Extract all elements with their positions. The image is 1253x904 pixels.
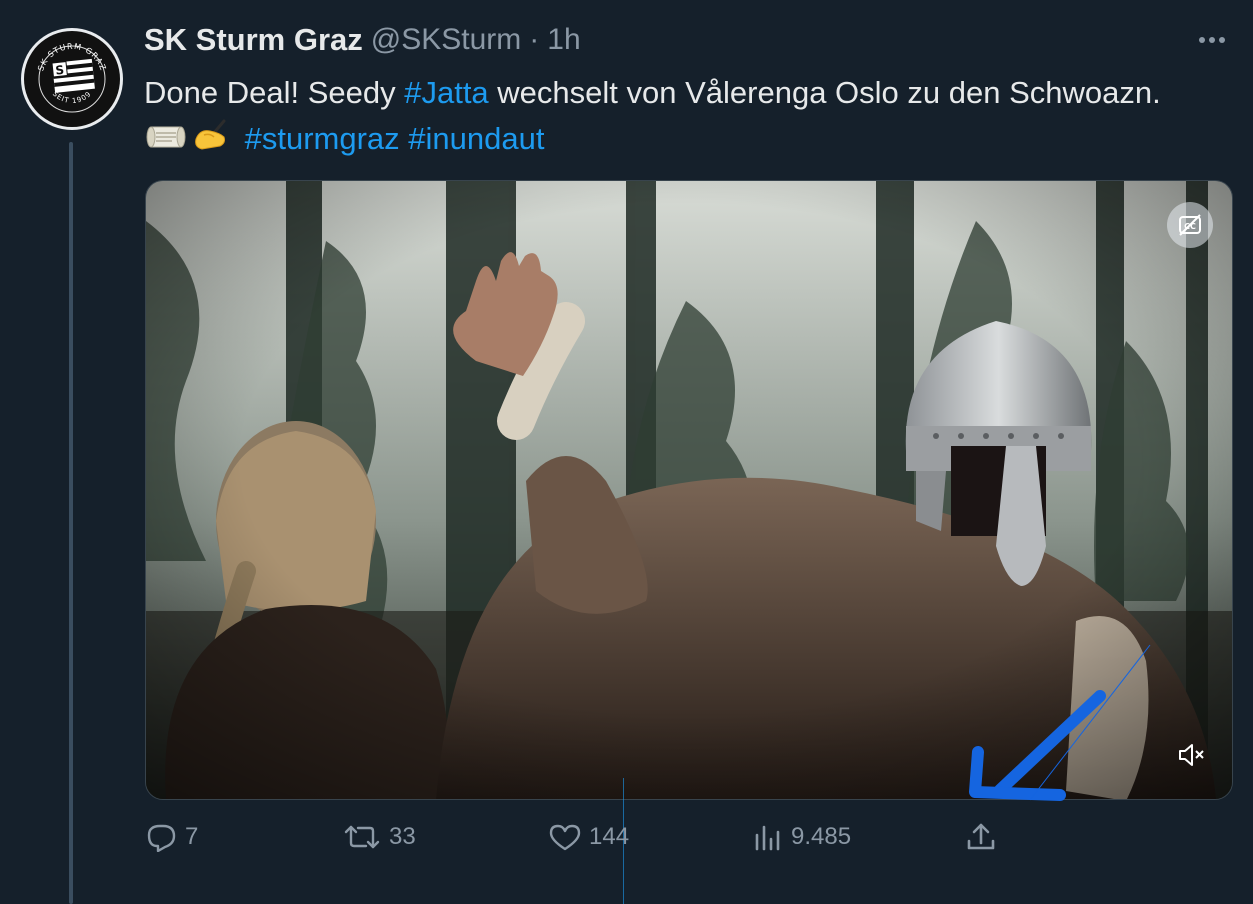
- tweet-view: SK STURM GRAZ SEIT 1909 S SK Sturm Graz …: [0, 0, 1253, 904]
- tweet-text-part2: wechselt von Vålerenga Oslo zu den Schwo…: [488, 75, 1161, 110]
- hashtag-link[interactable]: #Jatta: [404, 75, 488, 110]
- avatar[interactable]: SK STURM GRAZ SEIT 1909 S: [20, 27, 124, 131]
- video-frame: [146, 181, 1232, 799]
- views-count: 9.485: [791, 823, 852, 850]
- hashtag-link[interactable]: #sturmgraz: [245, 121, 400, 156]
- retweet-count: 33: [389, 823, 416, 850]
- author-name[interactable]: SK Sturm Graz: [144, 22, 363, 58]
- retweet-button[interactable]: 33: [343, 815, 416, 859]
- views-icon: [755, 825, 780, 851]
- tweet-text-part1: Done Deal! Seedy: [144, 75, 405, 110]
- like-button[interactable]: 144: [549, 815, 629, 859]
- hashtag-link[interactable]: #inundaut: [408, 121, 544, 156]
- reply-button[interactable]: 7: [145, 815, 198, 859]
- club-logo-icon: SK STURM GRAZ SEIT 1909 S: [21, 28, 123, 130]
- share-icon: [967, 823, 995, 850]
- views-button[interactable]: 9.485: [753, 815, 851, 859]
- more-options-button[interactable]: [1197, 28, 1227, 52]
- timestamp[interactable]: 1h: [547, 23, 580, 57]
- like-count: 144: [589, 823, 630, 850]
- more-icon: [1199, 37, 1225, 43]
- action-bar: 7 33 144 9.485: [145, 815, 1045, 859]
- heart-icon: [549, 824, 581, 851]
- svg-text:S: S: [55, 63, 65, 78]
- mute-icon: [1179, 744, 1204, 766]
- separator-dot: ·: [529, 23, 540, 56]
- video-player[interactable]: CC: [145, 180, 1233, 800]
- writing-hand-icon: [190, 117, 234, 164]
- share-button[interactable]: [965, 815, 997, 859]
- captions-off-icon: CC: [1179, 214, 1201, 236]
- thread-line: [69, 142, 73, 904]
- tweet-header: SK Sturm Graz @SKSturm · 1h: [144, 20, 581, 60]
- reply-count: 7: [185, 823, 199, 850]
- captions-toggle-button[interactable]: CC: [1167, 202, 1213, 248]
- mute-button[interactable]: [1172, 735, 1212, 775]
- reply-icon: [147, 824, 176, 852]
- tweet-text: Done Deal! Seedy #Jatta wechselt von Vål…: [144, 70, 1204, 164]
- retweet-icon: [344, 825, 380, 849]
- scroll-icon: [146, 118, 186, 164]
- author-handle[interactable]: @SKSturm: [371, 23, 521, 57]
